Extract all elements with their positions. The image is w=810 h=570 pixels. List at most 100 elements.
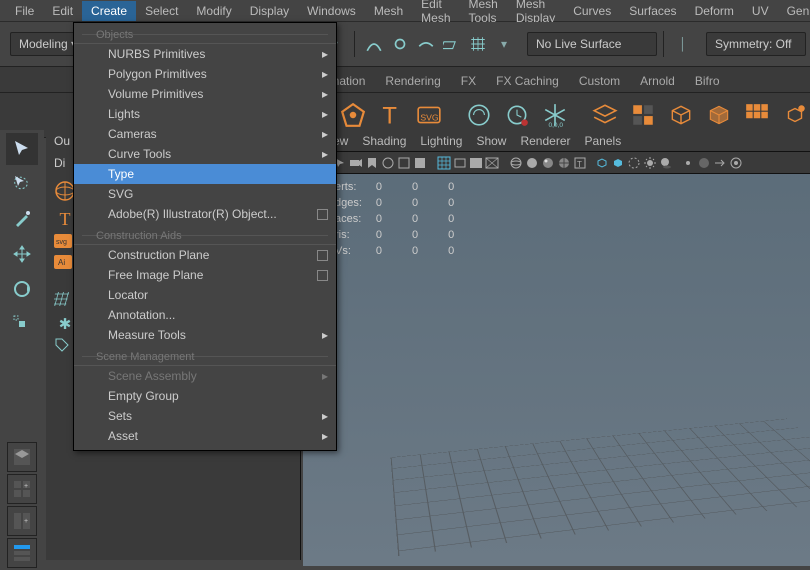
vp-dof-icon[interactable] — [729, 156, 743, 170]
menu-curves[interactable]: Curves — [564, 1, 620, 21]
menu-curve-tools[interactable]: Curve Tools▸ — [74, 144, 336, 164]
shelf-tab-rendering[interactable]: Rendering — [375, 69, 450, 91]
menu-type[interactable]: Type — [74, 164, 336, 184]
menu-svg[interactable]: SVG — [74, 184, 336, 204]
stacked-pane-icon[interactable] — [7, 538, 37, 568]
vp-menu-shading[interactable]: Shading — [362, 134, 406, 148]
text-type-icon[interactable]: T — [378, 100, 404, 130]
vp-smooth-icon[interactable] — [525, 156, 539, 170]
vp-gate-icon[interactable] — [469, 156, 483, 170]
menu-cameras[interactable]: Cameras▸ — [74, 124, 336, 144]
menu-annotation[interactable]: Annotation... — [74, 305, 336, 325]
vp-camera-icon[interactable] — [349, 156, 363, 170]
menu-sets[interactable]: Sets▸ — [74, 406, 336, 426]
shelf-tab-bifrost[interactable]: Bifro — [685, 69, 730, 91]
vp-textured-icon[interactable]: T — [573, 156, 587, 170]
menu-lights[interactable]: Lights▸ — [74, 104, 336, 124]
four-pane-icon[interactable]: + — [7, 474, 37, 504]
cube-c-icon[interactable] — [782, 100, 808, 130]
menu-scene-assembly[interactable]: Scene Assembly▸ — [74, 366, 336, 386]
menu-mesh[interactable]: Mesh — [365, 1, 412, 21]
vp-menu-panels[interactable]: Panels — [585, 134, 622, 148]
menu-locator[interactable]: Locator — [74, 285, 336, 305]
menu-modify[interactable]: Modify — [187, 1, 240, 21]
menu-surfaces[interactable]: Surfaces — [620, 1, 685, 21]
cube-a-icon[interactable] — [668, 100, 694, 130]
svg-text:svg: svg — [56, 239, 67, 246]
menu-display[interactable]: Display — [241, 1, 298, 21]
shelf-tab-fxcaching[interactable]: FX Caching — [486, 69, 569, 91]
menu-deform[interactable]: Deform — [686, 1, 743, 21]
vp-iso-solid-icon[interactable] — [611, 156, 625, 170]
two-pane-icon[interactable]: + — [7, 506, 37, 536]
vp-menu-lighting[interactable]: Lighting — [420, 134, 462, 148]
vp-wireonshaded-icon[interactable] — [557, 156, 571, 170]
live-surface-combo[interactable]: No Live Surface — [527, 32, 657, 56]
menu-edit[interactable]: Edit — [43, 1, 82, 21]
sculpt-icon[interactable] — [466, 100, 492, 130]
vp-light-icon[interactable] — [643, 156, 657, 170]
snap-to-curve-icon[interactable] — [365, 35, 383, 53]
vp-isolate-icon[interactable] — [681, 156, 695, 170]
snap-to-point-icon[interactable] — [391, 35, 409, 53]
menu-measure-tools[interactable]: Measure Tools▸ — [74, 325, 336, 345]
menu-select[interactable]: Select — [136, 1, 187, 21]
shelf-tab-custom[interactable]: Custom — [569, 69, 630, 91]
menu-free-image-plane[interactable]: Free Image Plane — [74, 265, 336, 285]
vp-ipr-icon[interactable] — [397, 156, 411, 170]
vp-wireframe-icon[interactable] — [509, 156, 523, 170]
select-tool-icon[interactable] — [6, 133, 38, 165]
vp-menu-show[interactable]: Show — [476, 134, 506, 148]
rotate-tool-icon[interactable] — [6, 273, 38, 305]
lasso-tool-icon[interactable] — [6, 168, 38, 200]
single-pane-icon[interactable] — [7, 442, 37, 472]
vp-material-icon[interactable] — [541, 156, 555, 170]
vp-res-icon[interactable] — [485, 156, 499, 170]
grid-b-icon[interactable] — [744, 100, 770, 130]
snap-to-plane-icon[interactable] — [443, 35, 461, 53]
layer-icon[interactable] — [592, 100, 618, 130]
menu-nurbs-primitives[interactable]: NURBS Primitives▸ — [74, 44, 336, 64]
vp-film-icon[interactable] — [453, 156, 467, 170]
grid-a-icon[interactable] — [630, 100, 656, 130]
snap-to-surface-icon[interactable] — [417, 35, 435, 53]
vp-bookmark-icon[interactable] — [365, 156, 379, 170]
vp-grid-icon[interactable] — [437, 156, 451, 170]
menu-gen[interactable]: Gen — [778, 1, 810, 21]
menu-asset[interactable]: Asset▸ — [74, 426, 336, 446]
vp-render-icon[interactable] — [381, 156, 395, 170]
menu-polygon-primitives[interactable]: Polygon Primitives▸ — [74, 64, 336, 84]
vp-flat-icon[interactable] — [413, 156, 427, 170]
vp-xray-icon[interactable] — [627, 156, 641, 170]
freeze-icon[interactable]: 0,0,0 — [542, 100, 568, 130]
vp-motion-icon[interactable] — [713, 156, 727, 170]
shelf-tab-arnold[interactable]: Arnold — [630, 69, 685, 91]
scale-tool-icon[interactable] — [6, 308, 38, 340]
vp-menu-renderer[interactable]: Renderer — [520, 134, 570, 148]
symmetry-combo[interactable]: Symmetry: Off — [706, 32, 806, 56]
svg-text:+: + — [24, 518, 28, 525]
menu-uv[interactable]: UV — [743, 1, 778, 21]
menu-create[interactable]: Create — [82, 1, 136, 21]
paint-select-icon[interactable] — [6, 203, 38, 235]
vp-iso-blue-icon[interactable] — [595, 156, 609, 170]
create-poly-icon[interactable] — [340, 100, 366, 130]
viewport[interactable]: ew Shading Lighting Show Renderer Panels… — [303, 130, 810, 566]
svg-icon[interactable]: SVG — [416, 100, 442, 130]
menu-empty-group[interactable]: Empty Group — [74, 386, 336, 406]
shelf-tab-fx[interactable]: FX — [451, 69, 486, 91]
snap-to-grid-icon[interactable] — [469, 35, 487, 53]
move-tool-icon[interactable] — [6, 238, 38, 270]
toolbox — [0, 130, 44, 390]
vp-ao-icon[interactable] — [697, 156, 711, 170]
menu-adobe-illustrator-object[interactable]: Adobe(R) Illustrator(R) Object... — [74, 204, 336, 224]
cube-b-icon[interactable] — [706, 100, 732, 130]
menu-windows[interactable]: Windows — [298, 1, 365, 21]
menu-volume-primitives[interactable]: Volume Primitives▸ — [74, 84, 336, 104]
axis-indicator-icon: │ — [674, 35, 692, 53]
chevron-down-icon[interactable]: ▾ — [495, 35, 513, 53]
menu-construction-plane[interactable]: Construction Plane — [74, 245, 336, 265]
vp-shadow-icon[interactable] — [659, 156, 673, 170]
menu-file[interactable]: File — [6, 1, 43, 21]
time-icon[interactable] — [504, 100, 530, 130]
